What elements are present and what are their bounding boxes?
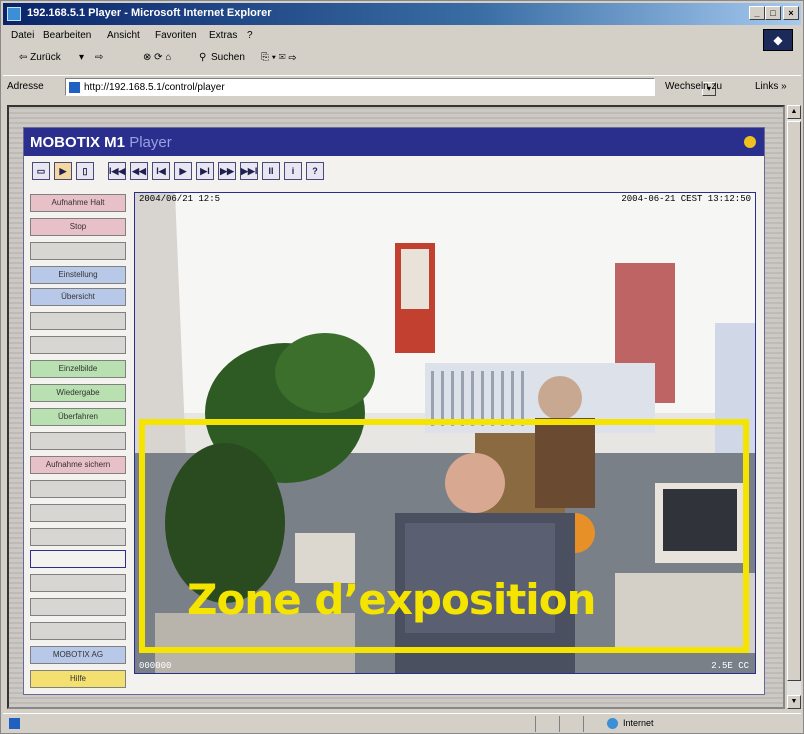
first-frame-button[interactable]: I◀◀ (108, 162, 126, 180)
internet-zone-icon (607, 718, 618, 729)
address-field[interactable]: http://192.168.5.1/control/player ▾ (65, 78, 716, 96)
sidebar-button[interactable]: Hilfe (30, 670, 126, 688)
video-timestamp-left: 2004/06/21 12:5 (139, 194, 221, 204)
video-frame-counter: 000000 (139, 661, 172, 671)
sidebar-button[interactable]: Aufnahme sichern (30, 456, 126, 474)
links-button[interactable]: Links » (755, 81, 787, 92)
address-url[interactable]: http://192.168.5.1/control/player (84, 82, 225, 93)
status-divider (559, 716, 560, 732)
go-button[interactable]: Wechseln zu (665, 81, 722, 92)
step-forward-button[interactable]: ▶I (196, 162, 214, 180)
sidebar-button[interactable]: Überfahren (30, 408, 126, 426)
player-brand: MOBOTIX M1 Player (30, 134, 172, 151)
sidebar-button[interactable] (30, 480, 126, 498)
search-icon[interactable]: ⚲ (199, 52, 206, 63)
forward-button[interactable]: ⇨ (95, 52, 103, 63)
sidebar-button[interactable] (30, 242, 126, 260)
address-bar: Adresse http://192.168.5.1/control/playe… (3, 75, 801, 97)
back-dropdown-icon[interactable]: ▾ (79, 52, 84, 63)
window-title: 192.168.5.1 Player - Microsoft Internet … (27, 7, 272, 19)
step-back-button[interactable]: I◀ (152, 162, 170, 180)
sidebar-button[interactable]: Stop (30, 218, 126, 236)
menu-datei[interactable]: Datei (11, 30, 34, 41)
fast-forward-button[interactable]: ▶▶ (218, 162, 236, 180)
sidebar-button[interactable] (30, 528, 126, 546)
scroll-down-icon[interactable]: ▼ (787, 695, 801, 709)
title-bar: 192.168.5.1 Player - Microsoft Internet … (3, 3, 801, 25)
sidebar-button[interactable] (30, 550, 126, 568)
menu-bearbeiten[interactable]: Bearbeiten (43, 30, 91, 41)
sidebar-button[interactable] (30, 574, 126, 592)
menu-help[interactable]: ? (247, 30, 253, 41)
status-page-icon (9, 718, 20, 729)
security-zone-label: Internet (623, 718, 654, 728)
menu-ansicht[interactable]: Ansicht (107, 30, 140, 41)
sidebar-button[interactable] (30, 598, 126, 616)
view-play-button[interactable]: ▶ (54, 162, 72, 180)
search-button[interactable]: Suchen (211, 52, 245, 63)
browser-window: 192.168.5.1 Player - Microsoft Internet … (0, 0, 804, 734)
back-button[interactable]: ⇦ Zurück (19, 52, 61, 63)
address-label: Adresse (7, 81, 44, 92)
video-frame-info: 2.5E CC (711, 661, 749, 671)
rewind-button[interactable]: ◀◀ (130, 162, 148, 180)
maximize-button[interactable]: □ (765, 6, 781, 20)
menu-favoriten[interactable]: Favoriten (155, 30, 197, 41)
toolbar: ⇦ Zurück ▾ ⇨ ⊗ ⟳ ⌂ ⚲ Suchen ⎘ ▾ ✉ ⇨ (3, 49, 763, 71)
status-divider (583, 716, 584, 732)
sidebar-button[interactable] (30, 622, 126, 640)
pause-button[interactable]: II (262, 162, 280, 180)
ie-throbber-icon: ◆ (763, 29, 793, 51)
page-icon (69, 82, 80, 93)
view-split-button[interactable]: ▯ (76, 162, 94, 180)
info-button[interactable]: i (284, 162, 302, 180)
vertical-scrollbar[interactable]: ▲ ▼ (787, 105, 801, 709)
video-timestamp-right: 2004-06-21 CEST 13:12:50 (621, 194, 751, 204)
sidebar-button[interactable] (30, 504, 126, 522)
info-icon[interactable] (744, 136, 756, 148)
sidebar-button[interactable]: Aufnahme Halt (30, 194, 126, 212)
player-header: MOBOTIX M1 Player (24, 128, 764, 156)
sidebar-button[interactable]: Einstellung (30, 266, 126, 284)
sidebar-button[interactable]: Einzelbilde (30, 360, 126, 378)
sidebar-button[interactable]: Wiedergabe (30, 384, 126, 402)
stop-refresh-home-icons[interactable]: ⊗ ⟳ ⌂ (143, 52, 171, 63)
player-sidebar: Aufnahme Halt Stop Einstellung Übersicht Ein… (26, 188, 130, 694)
close-button[interactable]: × (783, 6, 799, 20)
menu-extras[interactable]: Extras (209, 30, 237, 41)
status-bar: Internet (3, 713, 801, 733)
exposure-zone-label: Zone d’exposition (187, 575, 596, 624)
last-frame-button[interactable]: ▶▶I (240, 162, 258, 180)
menu-bar: Datei Bearbeiten Ansicht Favoriten Extra… (3, 27, 801, 45)
sidebar-button[interactable]: MOBOTIX AG (30, 646, 126, 664)
sidebar-button[interactable] (30, 432, 126, 450)
ie-app-icon (7, 7, 21, 21)
history-mail-icons[interactable]: ⎘ ▾ ✉ ⇨ (261, 52, 296, 63)
sidebar-button[interactable] (30, 312, 126, 330)
brand-name: MOBOTIX M1 (30, 134, 126, 151)
play-button[interactable]: ▶ (174, 162, 192, 180)
brand-sub: Player (129, 134, 172, 151)
help-button[interactable]: ? (306, 162, 324, 180)
scroll-up-icon[interactable]: ▲ (787, 105, 801, 119)
view-live-button[interactable]: ▭ (32, 162, 50, 180)
player-toolbar: ▭ ▶ ▯ I◀◀ ◀◀ I◀ ▶ ▶I ▶▶ ▶▶I II i ? (24, 158, 764, 184)
sidebar-button[interactable] (30, 336, 126, 354)
scroll-thumb[interactable] (787, 121, 801, 681)
status-divider (535, 716, 536, 732)
minimize-button[interactable]: _ (749, 6, 765, 20)
sidebar-button[interactable]: Übersicht (30, 288, 126, 306)
